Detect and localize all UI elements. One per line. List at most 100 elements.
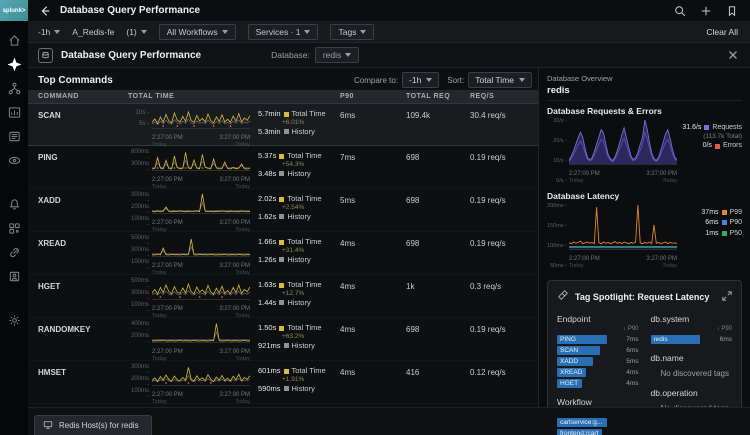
sparkline-y-labels: 300ms -200ms -100ms - — [130, 364, 149, 400]
sparkline-chart — [151, 152, 251, 171]
sparkline-chart — [151, 282, 251, 300]
clear-all-button[interactable]: Clear All — [706, 27, 738, 37]
total-req-value: 1k — [406, 282, 415, 291]
nav-metrics-icon[interactable] — [7, 221, 21, 235]
expand-icon[interactable] — [722, 288, 732, 306]
command-name: HGET — [38, 282, 61, 291]
req-per-sec-value: 30.4 req/s — [470, 111, 506, 120]
chevron-down-icon — [345, 53, 352, 57]
table-row[interactable]: XREAD 500ms -300ms -100ms - 2:27:00 PM To… — [28, 232, 538, 276]
services-dropdown[interactable]: Services · 1 — [247, 24, 319, 40]
tag-bar-row[interactable]: HGET 4ms — [557, 378, 639, 389]
environment-label[interactable]: A_Redis-fe — [72, 27, 114, 37]
column-header[interactable]: REQ/S — [470, 93, 538, 100]
tag-spotlight-title: Tag Spotlight: Request Latency — [575, 291, 710, 302]
nav-rum-icon[interactable] — [7, 153, 21, 167]
close-icon[interactable] — [726, 48, 740, 62]
tag-section-label: Endpoint — [557, 313, 591, 324]
p90-value: 4ms — [340, 325, 356, 334]
sort-dropdown[interactable]: Total Time — [468, 72, 532, 88]
latency-chart-title: Database Latency — [547, 190, 620, 201]
tag-bar-row[interactable]: XREAD 4ms — [557, 367, 639, 378]
compare-to-dropdown[interactable]: -1h — [402, 72, 440, 88]
sort-value: Total Time — [475, 75, 514, 85]
chevron-down-icon — [140, 30, 147, 34]
change-percent: +54.3% — [282, 161, 305, 169]
table-row[interactable]: PING 600ms -300ms - 2:27:00 PM Today 3:27… — [28, 146, 538, 190]
filter-bar: -1h A_Redis-fe (1) All Workflows Service… — [28, 22, 750, 43]
latency-chart-plot — [568, 204, 678, 255]
column-header[interactable]: P90 — [340, 93, 406, 100]
compare-to-value: -1h — [409, 75, 422, 85]
workflows-dropdown[interactable]: All Workflows — [158, 24, 236, 40]
total-req-value: 698 — [406, 325, 420, 334]
tags-value: Tags — [338, 27, 357, 37]
chevron-down-icon — [519, 78, 525, 82]
req-per-sec-value: 0.3 req/s — [470, 282, 502, 291]
database-select[interactable]: redis — [314, 47, 360, 63]
tag-section-label: Workflow — [557, 396, 592, 407]
table-row[interactable]: RANDOMKEY 400ms -200ms - 2:27:00 PM Today… — [28, 318, 538, 362]
redis-hosts-button[interactable]: Redis Host(s) for redis — [34, 415, 152, 435]
tag-section-label: db.system — [650, 313, 690, 324]
column-header[interactable]: COMMAND — [38, 93, 128, 100]
time-picker-value: -1h — [38, 27, 51, 37]
nav-incident-icon[interactable] — [7, 269, 21, 283]
bookmark-icon[interactable] — [724, 3, 740, 19]
nav-alerts-icon[interactable] — [7, 197, 21, 211]
sort-label: Sort: — [447, 75, 465, 85]
tag-sort-header[interactable]: ↓ P90 — [557, 326, 638, 332]
chevron-down-icon — [304, 30, 311, 34]
redis-hosts-label: Redis Host(s) for redis — [59, 420, 139, 430]
requests-x-axis: 2:27:00 PM Today 3:27:00 PM Today — [569, 171, 677, 185]
p90-value: 4ms — [340, 282, 356, 291]
row-legend: 1.66s Total Time +31.4% 1.26s History — [258, 237, 322, 264]
tags-dropdown[interactable]: Tags — [330, 24, 375, 40]
nav-home-icon[interactable] — [7, 33, 21, 47]
nav-synthetics-icon[interactable] — [7, 245, 21, 259]
p90-value: 6ms — [340, 111, 356, 120]
splunk-logo[interactable]: splunk> — [0, 0, 28, 21]
table-header-row: COMMAND TOTAL TIME P90 TOTAL REQ REQ/S — [28, 90, 538, 103]
tag-bar-row[interactable]: redis 6ms — [650, 334, 732, 345]
time-picker[interactable]: -1h — [38, 27, 61, 37]
tag-bar-row[interactable]: XADD 5ms — [557, 356, 639, 367]
bottom-bar: Redis Host(s) for redis — [28, 407, 750, 435]
add-icon[interactable] — [698, 3, 714, 19]
tag-bar-row[interactable]: SCAN 6ms — [557, 345, 639, 356]
back-icon[interactable] — [38, 4, 52, 18]
nav-infrastructure-icon[interactable] — [7, 81, 21, 95]
sparkline-y-labels: 400ms -200ms - — [130, 321, 149, 345]
nav-apm-icon[interactable] — [7, 57, 21, 71]
tag-bar-value: 6ms — [626, 346, 639, 354]
tag-bar-row[interactable]: PING 7ms — [557, 334, 639, 345]
change-percent: +31.4% — [282, 247, 305, 255]
environment-count-dropdown[interactable]: (1) — [126, 27, 147, 37]
latency-chart: 200ms -150ms -100ms -50ms - 2:27:00 PM To… — [547, 203, 742, 270]
database-overview-panel: Database Overview redis Database Request… — [538, 68, 750, 435]
nav-settings-icon[interactable] — [7, 313, 21, 327]
nav-dashboards-icon[interactable] — [7, 105, 21, 119]
table-row[interactable]: HMSET 300ms -200ms -100ms - 2:27:00 PM To… — [28, 361, 538, 405]
table-row[interactable]: XADD 300ms -200ms -100ms - 2:27:00 PM Tod… — [28, 189, 538, 233]
table-row[interactable]: SCAN 10s -5s - 2:27:00 PM Today 3:27:00 P… — [28, 103, 538, 148]
search-icon[interactable] — [672, 3, 688, 19]
sparkline-y-labels: 300ms -200ms -100ms - — [130, 192, 149, 228]
column-header[interactable]: TOTAL REQ — [406, 93, 470, 100]
table-row[interactable]: HGET 500ms -300ms -100ms - 2:27:00 PM Tod… — [28, 275, 538, 319]
row-legend: 5.37s Total Time +54.3% 3.48s History — [258, 151, 322, 178]
tag-empty-text: No discovered tags — [660, 368, 729, 378]
left-nav-rail: splunk> — [0, 0, 28, 435]
tag-sort-header[interactable]: ↓ P90 — [651, 326, 732, 332]
sparkline-chart — [151, 193, 251, 214]
nav-log-observer-icon[interactable] — [7, 129, 21, 143]
sub-header: Database Query Performance Database: red… — [28, 43, 750, 68]
services-value: Services · 1 — [255, 27, 301, 37]
requests-y-labels: 30/s -20/s -10/s -0/s - — [553, 118, 567, 185]
tag-bar-value: 4ms — [626, 379, 639, 387]
app-root: splunk> Database Query Performance -1h A… — [0, 0, 750, 435]
sparkline-y-labels: 600ms -300ms - — [130, 149, 149, 173]
req-per-sec-value: 0.19 req/s — [470, 239, 506, 248]
column-header[interactable]: TOTAL TIME — [128, 93, 340, 100]
requests-legend: 31.6/s Requests (113.7k Total) 0/s Errors — [682, 124, 742, 150]
